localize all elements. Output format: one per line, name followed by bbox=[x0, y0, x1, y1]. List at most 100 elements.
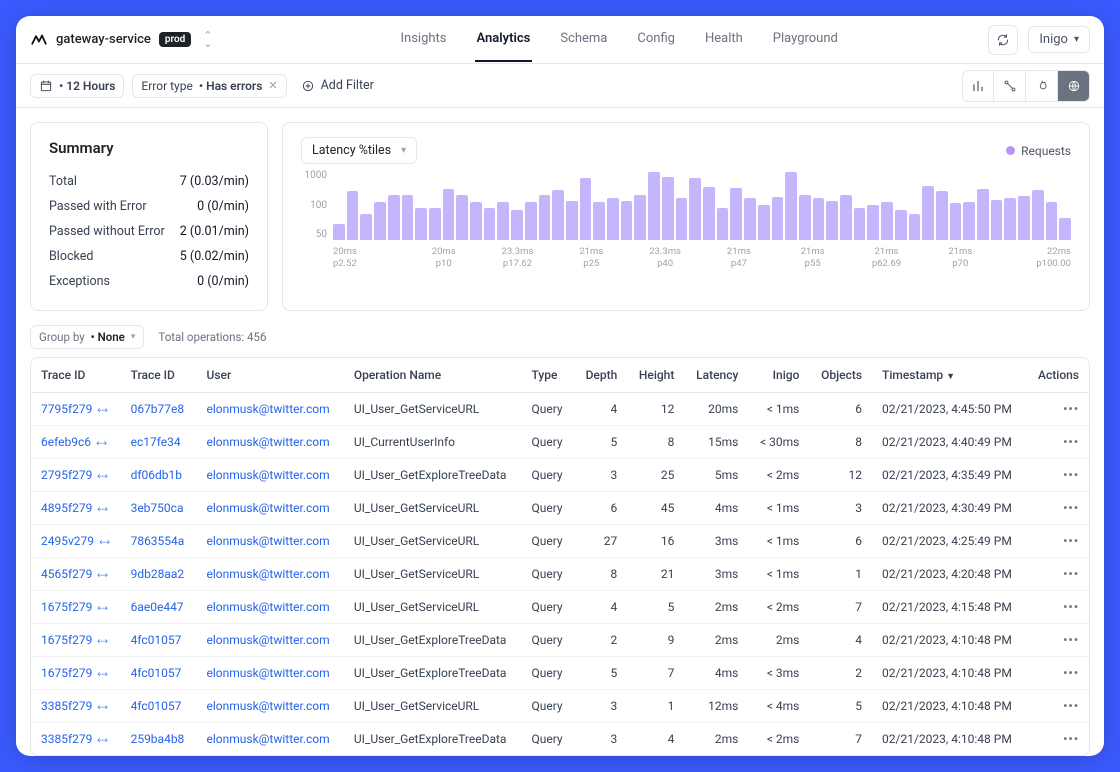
column-header[interactable]: Type bbox=[522, 358, 575, 393]
trace-link[interactable]: 7863554a bbox=[131, 534, 185, 548]
expand-icon[interactable]: ⤢ bbox=[96, 470, 109, 483]
column-header[interactable]: Latency bbox=[684, 358, 748, 393]
column-header[interactable]: Timestamp▼ bbox=[872, 358, 1026, 393]
chart-bar bbox=[1018, 196, 1030, 240]
row-actions-button[interactable]: ••• bbox=[1063, 534, 1079, 548]
globe-view-button[interactable] bbox=[1058, 70, 1090, 102]
expand-icon[interactable]: ⤢ bbox=[94, 437, 107, 450]
summary-title: Summary bbox=[49, 139, 249, 157]
height: 12 bbox=[627, 393, 684, 426]
trace-link[interactable]: 3385f279 bbox=[41, 699, 92, 713]
row-actions-button[interactable]: ••• bbox=[1063, 501, 1079, 515]
user-link[interactable]: elonmusk@twitter.com bbox=[206, 501, 329, 515]
tab-insights[interactable]: Insights bbox=[399, 17, 449, 62]
row-actions-button[interactable]: ••• bbox=[1063, 435, 1079, 449]
tab-schema[interactable]: Schema bbox=[558, 17, 609, 62]
time-range-chip[interactable]: • 12 Hours bbox=[30, 74, 124, 98]
group-by-dropdown[interactable]: Group by • None ▾ bbox=[30, 325, 144, 349]
trace-link[interactable]: 4895f279 bbox=[41, 501, 92, 515]
trace-link[interactable]: 3eb750ca bbox=[131, 501, 184, 515]
user-link[interactable]: elonmusk@twitter.com bbox=[206, 402, 329, 416]
trace-link[interactable]: 1675f279 bbox=[41, 633, 92, 647]
trace-link[interactable]: 067b77e8 bbox=[131, 402, 185, 416]
user-link[interactable]: elonmusk@twitter.com bbox=[206, 567, 329, 581]
trace-link[interactable]: 1675f279 bbox=[41, 600, 92, 614]
user-link[interactable]: elonmusk@twitter.com bbox=[206, 534, 329, 548]
expand-icon[interactable]: ⤢ bbox=[97, 536, 110, 549]
expand-icon[interactable]: ⤢ bbox=[96, 503, 109, 516]
trace-link[interactable]: 7795f279 bbox=[41, 402, 92, 416]
chart-bar bbox=[593, 202, 605, 240]
add-filter-label: Add Filter bbox=[321, 78, 374, 93]
trace-link[interactable]: 6ae0e447 bbox=[131, 600, 184, 614]
user-link[interactable]: elonmusk@twitter.com bbox=[206, 468, 329, 482]
op-type: Query bbox=[522, 393, 575, 426]
column-header[interactable]: Height bbox=[627, 358, 684, 393]
flame-view-button[interactable] bbox=[1026, 70, 1058, 102]
user-link[interactable]: elonmusk@twitter.com bbox=[206, 732, 329, 746]
summary-value: 5 (0.02/min) bbox=[180, 249, 249, 264]
operation-name: UI_User_GetServiceURL bbox=[344, 558, 522, 591]
expand-icon[interactable]: ⤢ bbox=[96, 668, 109, 681]
expand-icon[interactable]: ⤢ bbox=[96, 602, 109, 615]
trace-link[interactable]: df06db1b bbox=[131, 468, 182, 482]
trace-link[interactable]: 6efeb9c6 bbox=[41, 435, 91, 449]
trace-link[interactable]: 4fc01057 bbox=[131, 633, 182, 647]
expand-icon[interactable]: ⤢ bbox=[96, 635, 109, 648]
bar-chart-view-button[interactable] bbox=[962, 70, 994, 102]
row-actions-button[interactable]: ••• bbox=[1063, 666, 1079, 680]
latency: 3ms bbox=[684, 558, 748, 591]
flow-view-button[interactable] bbox=[994, 70, 1026, 102]
tab-config[interactable]: Config bbox=[635, 17, 677, 62]
column-header[interactable]: Depth bbox=[574, 358, 627, 393]
expand-icon[interactable]: ⤢ bbox=[96, 569, 109, 582]
row-actions-button[interactable]: ••• bbox=[1063, 468, 1079, 482]
trace-link[interactable]: 259ba4b8 bbox=[131, 732, 185, 746]
error-type-chip[interactable]: Error type • Has errors ✕ bbox=[132, 74, 286, 98]
trace-link[interactable]: 4fc01057 bbox=[131, 666, 182, 680]
column-header[interactable]: Trace ID bbox=[121, 358, 197, 393]
height: 4 bbox=[627, 723, 684, 756]
user-link[interactable]: elonmusk@twitter.com bbox=[206, 666, 329, 680]
row-actions-button[interactable]: ••• bbox=[1063, 699, 1079, 713]
row-actions-button[interactable]: ••• bbox=[1063, 600, 1079, 614]
tab-playground[interactable]: Playground bbox=[771, 17, 840, 62]
op-type: Query bbox=[522, 624, 575, 657]
tab-analytics[interactable]: Analytics bbox=[475, 17, 533, 62]
column-header[interactable]: User bbox=[196, 358, 343, 393]
refresh-button[interactable] bbox=[988, 25, 1018, 55]
user-link[interactable]: elonmusk@twitter.com bbox=[206, 633, 329, 647]
trace-link[interactable]: 9db28aa2 bbox=[131, 567, 185, 581]
expand-icon[interactable]: ⤢ bbox=[96, 701, 109, 714]
chart-bar bbox=[717, 208, 729, 240]
column-header[interactable]: Inigo bbox=[748, 358, 809, 393]
close-icon[interactable]: ✕ bbox=[268, 79, 277, 92]
height: 25 bbox=[627, 459, 684, 492]
expand-icon[interactable]: ⤢ bbox=[96, 404, 109, 417]
trace-link[interactable]: 4fc01057 bbox=[131, 699, 182, 713]
trace-link[interactable]: 2795f279 bbox=[41, 468, 92, 482]
row-actions-button[interactable]: ••• bbox=[1063, 402, 1079, 416]
user-link[interactable]: elonmusk@twitter.com bbox=[206, 600, 329, 614]
trace-link[interactable]: 4565f279 bbox=[41, 567, 92, 581]
column-header[interactable]: Operation Name bbox=[344, 358, 522, 393]
row-actions-button[interactable]: ••• bbox=[1063, 732, 1079, 746]
expand-icon[interactable]: ⤢ bbox=[96, 734, 109, 747]
trace-link[interactable]: 3385f279 bbox=[41, 732, 92, 746]
account-menu[interactable]: Inigo ▾ bbox=[1028, 26, 1090, 53]
column-header[interactable]: Trace ID bbox=[31, 358, 121, 393]
row-actions-button[interactable]: ••• bbox=[1063, 633, 1079, 647]
add-filter-button[interactable]: Add Filter bbox=[295, 74, 380, 97]
user-link[interactable]: elonmusk@twitter.com bbox=[206, 435, 329, 449]
column-header[interactable]: Actions bbox=[1026, 358, 1089, 393]
service-selector[interactable]: gateway-service prod ⌃⌄ bbox=[30, 31, 250, 49]
row-actions-button[interactable]: ••• bbox=[1063, 567, 1079, 581]
trace-link[interactable]: 2495v279 bbox=[41, 534, 94, 548]
trace-link[interactable]: 1675f279 bbox=[41, 666, 92, 680]
chart-metric-dropdown[interactable]: Latency %tiles ▾ bbox=[301, 137, 417, 164]
user-link[interactable]: elonmusk@twitter.com bbox=[206, 699, 329, 713]
timestamp: 02/21/2023, 4:30:49 PM bbox=[872, 492, 1026, 525]
trace-link[interactable]: ec17fe34 bbox=[131, 435, 181, 449]
column-header[interactable]: Objects bbox=[809, 358, 872, 393]
tab-health[interactable]: Health bbox=[703, 17, 745, 62]
